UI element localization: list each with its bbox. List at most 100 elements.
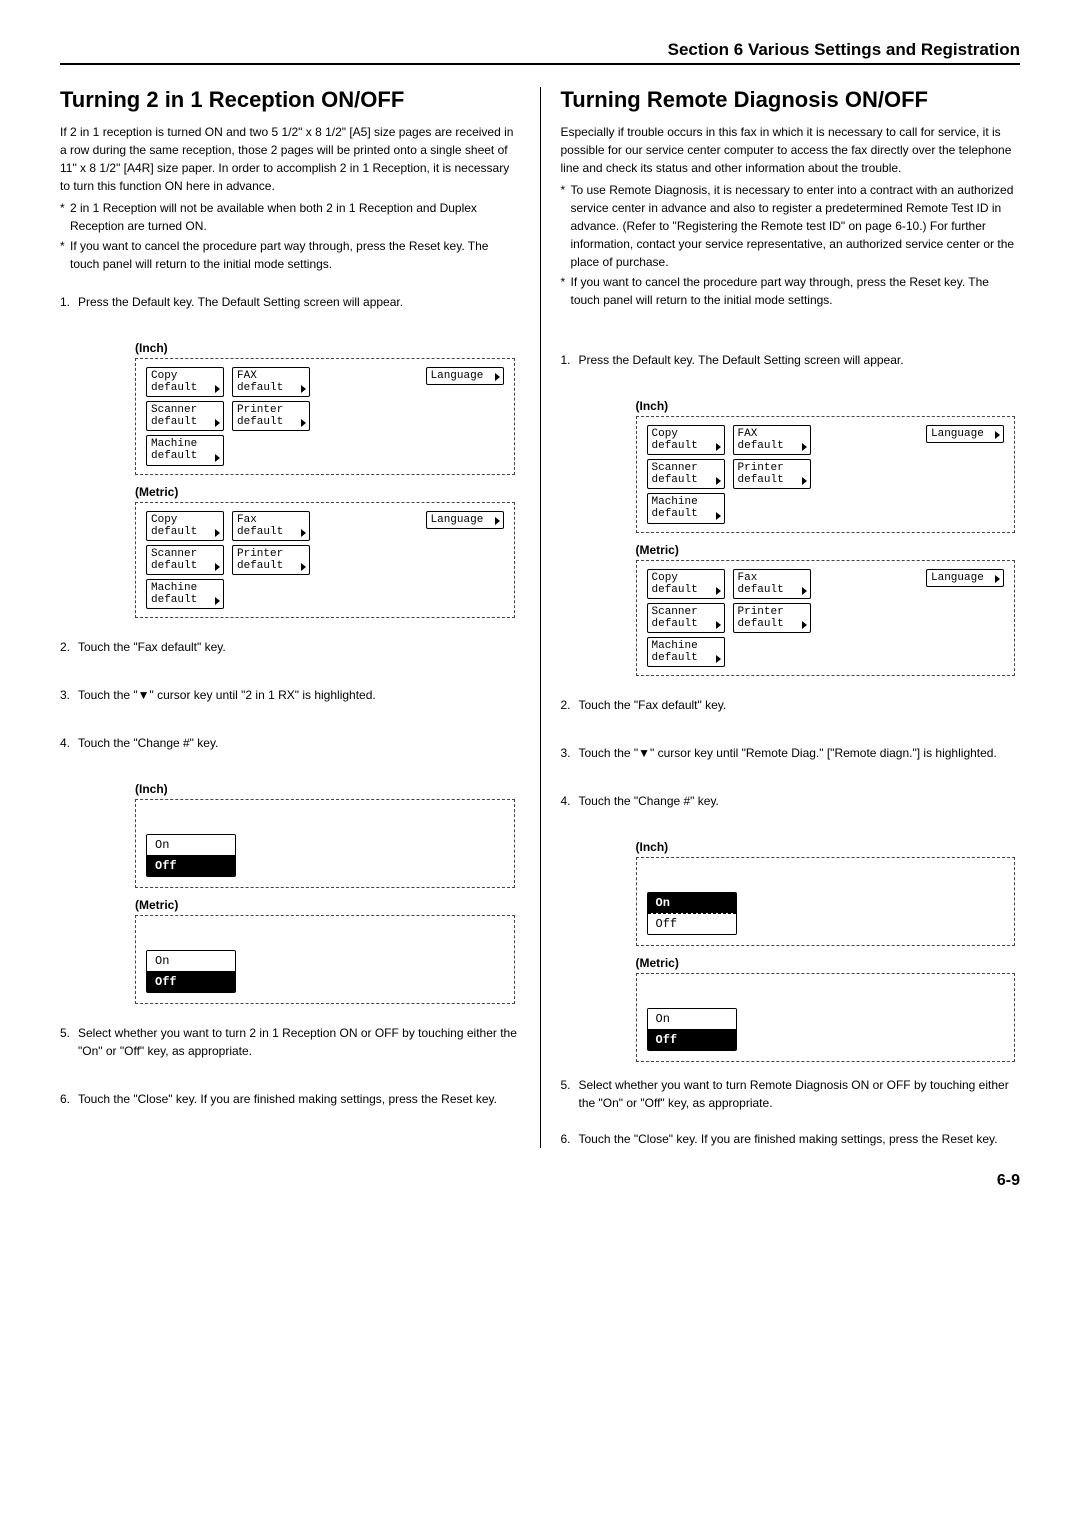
- panel-label-metric-onoff: (Metric): [636, 956, 1021, 970]
- option-off[interactable]: Off: [147, 855, 235, 876]
- default-panel-metric: Copydefault Faxdefault Language Scannerd…: [636, 560, 1016, 677]
- step-2: 2.Touch the "Fax default" key.: [561, 696, 1021, 714]
- fax-default-button[interactable]: FAXdefault: [733, 425, 811, 455]
- panel-label-metric: (Metric): [135, 485, 520, 499]
- scanner-default-button[interactable]: Scannerdefault: [146, 545, 224, 575]
- asterisk: *: [561, 181, 571, 271]
- step-text: Touch the "▼" cursor key until "Remote D…: [579, 744, 1021, 762]
- fax-default-button[interactable]: FAXdefault: [232, 367, 310, 397]
- onoff-toggle[interactable]: On Off: [647, 892, 737, 935]
- option-on[interactable]: On: [147, 951, 235, 971]
- onoff-toggle[interactable]: On Off: [647, 1008, 737, 1051]
- step-1: 1.Press the Default key. The Default Set…: [561, 351, 1021, 369]
- step-number: 2.: [561, 696, 579, 714]
- step-text: Touch the "Fax default" key.: [579, 696, 1021, 714]
- left-steps-5to6: 5.Select whether you want to turn 2 in 1…: [60, 1024, 520, 1108]
- step-text: Press the Default key. The Default Setti…: [579, 351, 1021, 369]
- option-off[interactable]: Off: [648, 1029, 736, 1050]
- step-3: 3.Touch the "▼" cursor key until "Remote…: [561, 744, 1021, 762]
- language-button[interactable]: Language: [426, 367, 504, 385]
- language-button[interactable]: Language: [426, 511, 504, 529]
- fax-default-button[interactable]: Faxdefault: [733, 569, 811, 599]
- right-title: Turning Remote Diagnosis ON/OFF: [561, 87, 1021, 113]
- right-steps-1: 1.Press the Default key. The Default Set…: [561, 351, 1021, 369]
- step-number: 5.: [561, 1076, 579, 1112]
- onoff-toggle[interactable]: On Off: [146, 834, 236, 877]
- left-steps-2to4: 2.Touch the "Fax default" key. 3.Touch t…: [60, 638, 520, 752]
- page-number: 6-9: [60, 1172, 1020, 1190]
- panel-label-metric: (Metric): [636, 543, 1021, 557]
- copy-default-button[interactable]: Copydefault: [146, 511, 224, 541]
- note-item: *2 in 1 Reception will not be available …: [60, 199, 520, 235]
- note-item: *If you want to cancel the procedure par…: [561, 273, 1021, 309]
- step-number: 3.: [561, 744, 579, 762]
- asterisk: *: [60, 199, 70, 235]
- step-5: 5.Select whether you want to turn Remote…: [561, 1076, 1021, 1112]
- machine-default-button[interactable]: Machinedefault: [647, 493, 725, 523]
- panel-label-inch: (Inch): [636, 399, 1021, 413]
- left-column: Turning 2 in 1 Reception ON/OFF If 2 in …: [60, 87, 541, 1148]
- step-number: 6.: [561, 1130, 579, 1148]
- scanner-default-button[interactable]: Scannerdefault: [146, 401, 224, 431]
- step-number: 4.: [60, 734, 78, 752]
- step-3: 3.Touch the "▼" cursor key until "2 in 1…: [60, 686, 520, 704]
- panel-label-metric-onoff: (Metric): [135, 898, 520, 912]
- page-columns: Turning 2 in 1 Reception ON/OFF If 2 in …: [60, 87, 1020, 1148]
- step-text: Press the Default key. The Default Setti…: [78, 293, 520, 311]
- onoff-toggle[interactable]: On Off: [146, 950, 236, 993]
- default-panel-metric: Copydefault Faxdefault Language Scannerd…: [135, 502, 515, 619]
- panel-label-inch-onoff: (Inch): [135, 782, 520, 796]
- left-notes: *2 in 1 Reception will not be available …: [60, 199, 520, 273]
- right-steps-5to6: 5.Select whether you want to turn Remote…: [561, 1076, 1021, 1148]
- asterisk: *: [561, 273, 571, 309]
- onoff-panel-metric: On Off: [135, 915, 515, 1004]
- option-on[interactable]: On: [147, 835, 235, 855]
- copy-default-button[interactable]: Copydefault: [146, 367, 224, 397]
- step-6: 6.Touch the "Close" key. If you are fini…: [561, 1130, 1021, 1148]
- step-number: 6.: [60, 1090, 78, 1108]
- step-number: 4.: [561, 792, 579, 810]
- printer-default-button[interactable]: Printerdefault: [232, 401, 310, 431]
- right-intro: Especially if trouble occurs in this fax…: [561, 123, 1021, 177]
- onoff-panel-inch: On Off: [636, 857, 1016, 946]
- asterisk: *: [60, 237, 70, 273]
- option-off[interactable]: Off: [648, 913, 736, 934]
- language-button[interactable]: Language: [926, 569, 1004, 587]
- panel-label-inch-onoff: (Inch): [636, 840, 1021, 854]
- panel-label-inch: (Inch): [135, 341, 520, 355]
- left-steps: 1.Press the Default key. The Default Set…: [60, 293, 520, 311]
- note-item: *To use Remote Diagnosis, it is necessar…: [561, 181, 1021, 271]
- onoff-panel-inch: On Off: [135, 799, 515, 888]
- printer-default-button[interactable]: Printerdefault: [232, 545, 310, 575]
- section-header: Section 6 Various Settings and Registrat…: [60, 40, 1020, 65]
- language-button[interactable]: Language: [926, 425, 1004, 443]
- note-text: If you want to cancel the procedure part…: [571, 273, 1021, 309]
- step-number: 5.: [60, 1024, 78, 1060]
- left-intro: If 2 in 1 reception is turned ON and two…: [60, 123, 520, 195]
- option-on[interactable]: On: [648, 893, 736, 913]
- default-panel-inch: Copydefault FAXdefault Language Scannerd…: [636, 416, 1016, 533]
- machine-default-button[interactable]: Machinedefault: [647, 637, 725, 667]
- onoff-panel-metric: On Off: [636, 973, 1016, 1062]
- step-6: 6.Touch the "Close" key. If you are fini…: [60, 1090, 520, 1108]
- step-text: Touch the "Change #" key.: [78, 734, 520, 752]
- step-number: 2.: [60, 638, 78, 656]
- machine-default-button[interactable]: Machinedefault: [146, 435, 224, 465]
- machine-default-button[interactable]: Machinedefault: [146, 579, 224, 609]
- copy-default-button[interactable]: Copydefault: [647, 425, 725, 455]
- step-text: Touch the "Fax default" key.: [78, 638, 520, 656]
- option-off[interactable]: Off: [147, 971, 235, 992]
- scanner-default-button[interactable]: Scannerdefault: [647, 459, 725, 489]
- copy-default-button[interactable]: Copydefault: [647, 569, 725, 599]
- printer-default-button[interactable]: Printerdefault: [733, 459, 811, 489]
- note-text: If you want to cancel the procedure part…: [70, 237, 520, 273]
- note-item: *If you want to cancel the procedure par…: [60, 237, 520, 273]
- option-on[interactable]: On: [648, 1009, 736, 1029]
- default-panel-inch: Copydefault FAXdefault Language Scannerd…: [135, 358, 515, 475]
- scanner-default-button[interactable]: Scannerdefault: [647, 603, 725, 633]
- fax-default-button[interactable]: Faxdefault: [232, 511, 310, 541]
- left-title: Turning 2 in 1 Reception ON/OFF: [60, 87, 520, 113]
- step-4: 4.Touch the "Change #" key.: [561, 792, 1021, 810]
- printer-default-button[interactable]: Printerdefault: [733, 603, 811, 633]
- note-text: To use Remote Diagnosis, it is necessary…: [571, 181, 1021, 271]
